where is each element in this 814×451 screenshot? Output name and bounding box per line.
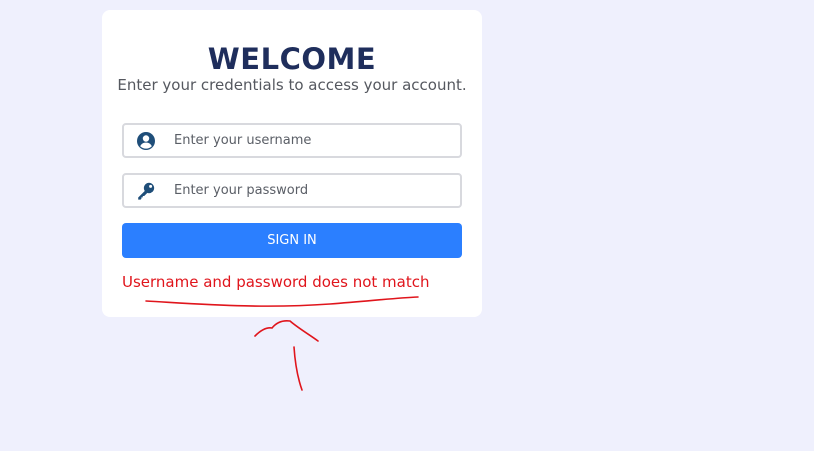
page-subtitle: Enter your credentials to access your ac… xyxy=(117,76,467,94)
login-page: WELCOME Enter your credentials to access… xyxy=(0,0,814,451)
page-title: WELCOME xyxy=(207,42,377,76)
username-field[interactable] xyxy=(122,123,462,158)
password-field[interactable] xyxy=(122,173,462,208)
username-input[interactable] xyxy=(174,125,454,156)
arrow-shaft-stroke xyxy=(293,346,303,391)
password-input[interactable] xyxy=(174,175,454,206)
key-icon xyxy=(136,181,156,201)
arrowhead-stroke xyxy=(254,320,319,342)
login-card: WELCOME Enter your credentials to access… xyxy=(102,10,482,317)
sign-in-button[interactable]: SIGN IN xyxy=(122,223,462,258)
user-circle-icon xyxy=(136,131,156,151)
error-message: Username and password does not match xyxy=(122,273,430,291)
